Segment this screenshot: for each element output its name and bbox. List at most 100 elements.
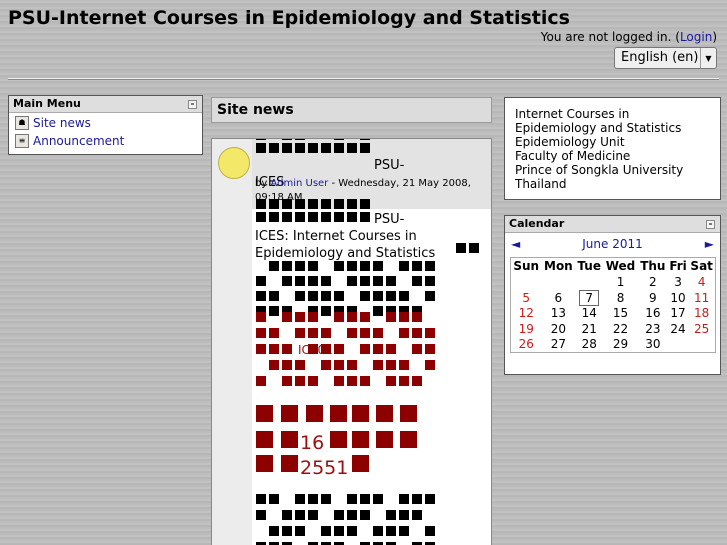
calendar-day[interactable]: 15 (603, 306, 638, 322)
calendar-day[interactable]: 9 (638, 290, 668, 306)
glyph-square (373, 291, 383, 301)
calendar-header: Calendar – (505, 216, 720, 233)
info-line: Epidemiology and Statistics (515, 121, 682, 135)
calendar-day[interactable]: 10 (668, 290, 689, 306)
calendar-day[interactable]: 22 (603, 321, 638, 337)
glyph-square (256, 291, 266, 301)
glyph-square (360, 344, 370, 354)
glyph-square (425, 328, 435, 338)
calendar-day[interactable]: 5 (511, 290, 542, 306)
menu-item-label[interactable]: Site news (33, 116, 91, 130)
calendar-day[interactable]: 1 (603, 275, 638, 291)
glyph-square (347, 526, 357, 536)
glyph-square (295, 312, 305, 322)
calendar-month[interactable]: June 2011 (582, 237, 643, 251)
user-avatar[interactable] (218, 147, 250, 179)
calendar-day[interactable]: 30 (638, 337, 668, 353)
red-number-2: 2551 (300, 457, 349, 479)
info-line: Epidemiology Unit (515, 135, 625, 149)
calendar-day[interactable]: 11 (688, 290, 715, 306)
calendar-day[interactable]: 20 (541, 321, 575, 337)
glyph-square (360, 312, 370, 322)
calendar-day[interactable]: 4 (688, 275, 715, 291)
glyph-square (256, 276, 266, 286)
glyph-square (412, 494, 422, 504)
glyph-square (399, 328, 409, 338)
calendar-day[interactable]: 28 (575, 337, 603, 353)
calendar-day[interactable]: 23 (638, 321, 668, 337)
glyph-square (373, 328, 383, 338)
calendar-day[interactable]: 21 (575, 321, 603, 337)
glyph-square (360, 291, 370, 301)
collapse-icon[interactable]: – (706, 220, 715, 229)
calendar-day[interactable]: 17 (668, 306, 689, 322)
glyph-square (269, 291, 279, 301)
calendar-day[interactable]: 16 (638, 306, 668, 322)
glyph-square (360, 376, 370, 386)
glyph-square (347, 143, 357, 153)
calendar-day[interactable]: 29 (603, 337, 638, 353)
glyph-square (347, 199, 357, 209)
glyph-square (360, 510, 370, 520)
calendar-day[interactable]: 18 (688, 306, 715, 322)
glyph-square (373, 360, 383, 370)
next-month-icon[interactable]: ► (705, 237, 714, 251)
calendar-day[interactable]: 27 (541, 337, 575, 353)
glyph-square (256, 143, 266, 153)
calendar-day[interactable]: 19 (511, 321, 542, 337)
glyph-square (269, 344, 279, 354)
glyph-square (295, 494, 305, 504)
menu-item-label[interactable]: Announcement (33, 134, 124, 148)
glyph-square (295, 261, 305, 271)
calendar-day[interactable]: 12 (511, 306, 542, 322)
glyph-square (399, 510, 409, 520)
calendar-day[interactable]: 7 (575, 289, 603, 306)
glyph-square (347, 494, 357, 504)
glyph-square (306, 405, 323, 422)
calendar-day[interactable]: 26 (511, 337, 542, 353)
menu-item-announcement[interactable]: ≡ Announcement (15, 133, 202, 149)
glyph-square (295, 143, 305, 153)
menu-item-site-news[interactable]: ☗ Site news (15, 115, 202, 131)
calendar-day[interactable]: 24 (668, 321, 689, 337)
glyph-square (269, 261, 279, 271)
glyph-square (376, 431, 393, 448)
glyph-square (399, 261, 409, 271)
glyph-square (256, 199, 266, 209)
glyph-square (308, 494, 318, 504)
glyph-square (269, 212, 279, 222)
glyph-square (399, 526, 409, 536)
calendar-day[interactable]: 14 (575, 306, 603, 322)
calendar-day-header: Tue (577, 259, 601, 274)
glyph-square (295, 212, 305, 222)
glyph-square (256, 344, 266, 354)
login-link[interactable]: Login (680, 30, 712, 44)
calendar-day[interactable]: 13 (541, 306, 575, 322)
glyph-square (334, 376, 344, 386)
calendar-day[interactable]: 3 (668, 275, 689, 291)
calendar-week: 26 27 28 29 30 (511, 337, 716, 353)
glyph-square (360, 143, 370, 153)
glyph-square (269, 306, 279, 316)
info-line: Prince of Songkla University (515, 163, 684, 177)
glyph-square (352, 405, 369, 422)
glyph-square (334, 212, 344, 222)
main-menu-block: Main Menu – ☗ Site news ≡ Announcement (8, 95, 203, 155)
glyph-square (321, 494, 331, 504)
calendar-day[interactable]: 2 (638, 275, 668, 291)
glyph-square (256, 510, 266, 520)
collapse-icon[interactable]: – (188, 100, 197, 109)
glyph-square (308, 510, 318, 520)
glyph-square (399, 360, 409, 370)
glyph-square (334, 312, 344, 322)
prev-month-icon[interactable]: ◄ (511, 237, 520, 251)
calendar-day[interactable]: 25 (688, 321, 715, 337)
language-select[interactable]: English (en) ▼ (614, 47, 717, 69)
calendar-day[interactable]: 8 (603, 290, 638, 306)
glyph-square (386, 291, 396, 301)
author-link[interactable]: Admin User (270, 178, 328, 189)
glyph-square (308, 276, 318, 286)
info-line: Faculty of Medicine (515, 149, 631, 163)
calendar-day[interactable]: 6 (541, 290, 575, 306)
glyph-square (334, 360, 344, 370)
